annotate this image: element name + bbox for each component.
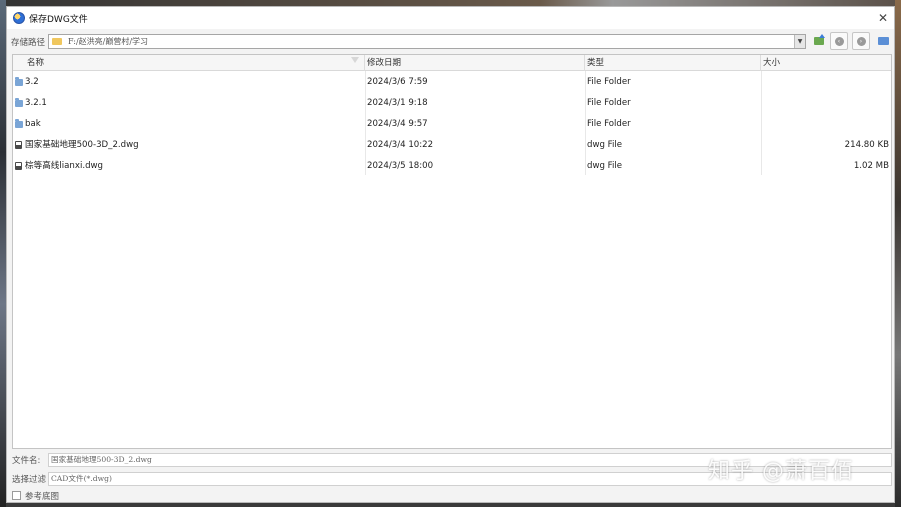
column-header-type[interactable]: 类型 bbox=[585, 55, 761, 71]
file-list[interactable]: 名称 修改日期 类型 大小 3.2 2024/3/6 7:59 File Fol… bbox=[12, 54, 892, 449]
file-date: 2024/3/6 7:59 bbox=[367, 77, 428, 87]
path-label: 存储路径 bbox=[11, 38, 46, 48]
dropdown-arrow-icon[interactable]: ▼ bbox=[794, 35, 805, 48]
list-header: 名称 修改日期 类型 大小 bbox=[13, 55, 891, 71]
reference-map-checkbox[interactable] bbox=[12, 491, 21, 500]
new-folder-icon bbox=[877, 37, 889, 45]
file-name: bak bbox=[25, 119, 41, 129]
list-item[interactable]: 3.2 2024/3/6 7:59 File Folder bbox=[13, 72, 891, 93]
window-title: 保存DWG文件 bbox=[29, 14, 88, 25]
dwg-file-icon bbox=[15, 162, 22, 170]
file-size: 1.02 MB bbox=[853, 161, 889, 171]
file-date: 2024/3/1 9:18 bbox=[367, 98, 428, 108]
list-item[interactable]: 3.2.1 2024/3/1 9:18 File Folder bbox=[13, 93, 891, 114]
file-type: File Folder bbox=[587, 98, 631, 108]
file-size: 214.80 KB bbox=[844, 140, 889, 150]
file-type: dwg File bbox=[587, 161, 623, 171]
folder-icon bbox=[15, 77, 23, 86]
folder-icon bbox=[15, 119, 23, 128]
column-header-name[interactable]: 名称 bbox=[13, 55, 365, 71]
sort-indicator-icon bbox=[351, 57, 359, 63]
file-name: 国家基础地理500-3D_2.dwg bbox=[25, 140, 139, 150]
folder-icon bbox=[52, 38, 62, 45]
filename-label: 文件名: bbox=[12, 456, 41, 466]
file-name: 棕等高线lianxi.dwg bbox=[25, 161, 104, 171]
file-date: 2024/3/4 9:57 bbox=[367, 119, 428, 129]
forward-button[interactable]: › bbox=[852, 32, 870, 50]
file-date: 2024/3/5 18:00 bbox=[367, 161, 434, 171]
close-button[interactable]: ✕ bbox=[874, 9, 892, 27]
filter-label: 选择过滤 bbox=[12, 475, 47, 485]
path-value: F:/赵洪亮/巅营村/学习 bbox=[68, 37, 149, 46]
list-item[interactable]: 棕等高线lianxi.dwg 2024/3/5 18:00 dwg File 1… bbox=[13, 156, 891, 177]
up-folder-button[interactable] bbox=[810, 32, 828, 50]
file-date: 2024/3/4 10:22 bbox=[367, 140, 434, 150]
column-header-size[interactable]: 大小 bbox=[761, 55, 891, 71]
reference-row: 参考底图 bbox=[7, 489, 894, 503]
back-arrow-icon: ‹ bbox=[834, 36, 844, 46]
list-item[interactable]: bak 2024/3/4 9:57 File Folder bbox=[13, 114, 891, 135]
reference-map-label: 参考底图 bbox=[25, 492, 60, 502]
column-header-date[interactable]: 修改日期 bbox=[365, 55, 585, 71]
file-type: dwg File bbox=[587, 140, 623, 150]
title-bar: 保存DWG文件 ✕ bbox=[7, 7, 894, 29]
file-type: File Folder bbox=[587, 77, 631, 87]
up-folder-icon bbox=[814, 34, 825, 45]
path-bar: 存储路径 F:/赵洪亮/巅营村/学习 ▼ ‹ › bbox=[7, 32, 894, 50]
dwg-file-icon bbox=[15, 141, 22, 149]
file-name: 3.2 bbox=[25, 77, 39, 87]
watermark: 知乎 @萧百佰 bbox=[708, 459, 854, 484]
new-folder-button[interactable] bbox=[874, 32, 892, 50]
path-combobox[interactable]: F:/赵洪亮/巅营村/学习 ▼ bbox=[48, 34, 806, 49]
save-dwg-dialog: 保存DWG文件 ✕ 存储路径 F:/赵洪亮/巅营村/学习 ▼ ‹ › 名称 修改… bbox=[6, 6, 895, 503]
desktop-background-right bbox=[895, 0, 901, 507]
folder-icon bbox=[15, 98, 23, 107]
back-button[interactable]: ‹ bbox=[830, 32, 848, 50]
file-name: 3.2.1 bbox=[25, 98, 47, 108]
forward-arrow-icon: › bbox=[856, 36, 866, 46]
file-type: File Folder bbox=[587, 119, 631, 129]
app-logo-icon bbox=[13, 12, 25, 24]
list-item[interactable]: 国家基础地理500-3D_2.dwg 2024/3/4 10:22 dwg Fi… bbox=[13, 135, 891, 156]
